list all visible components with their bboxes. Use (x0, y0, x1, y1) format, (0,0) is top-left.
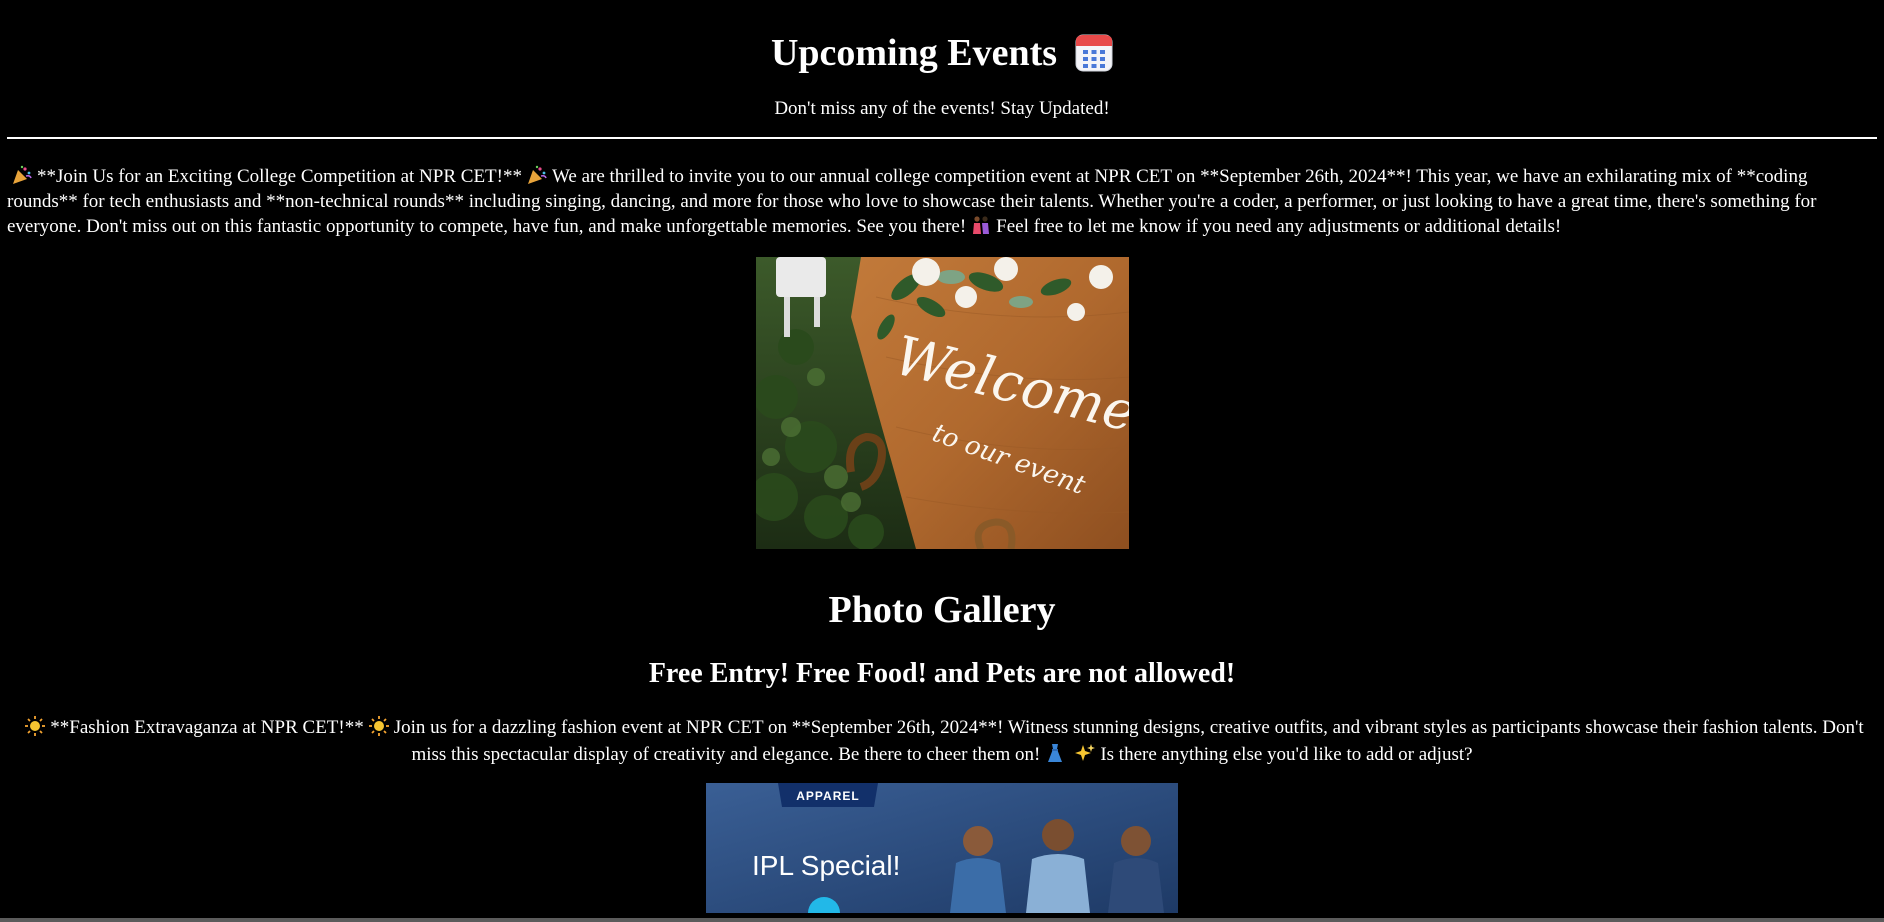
gallery-title: Photo Gallery (828, 589, 1056, 631)
event-intro: **Join Us for an Exciting College Compet… (37, 166, 522, 187)
page-title: Upcoming Events (0, 0, 1884, 77)
event-description: **Join Us for an Exciting College Compet… (7, 164, 1877, 239)
fashion-outro: Is there anything else you'd like to add… (1100, 744, 1473, 765)
header: Upcoming Events Don't miss any of the ev… (0, 0, 1884, 121)
event-outro: Feel free to let me know if you need any… (996, 216, 1562, 237)
sun-icon (368, 716, 389, 736)
calendar-icon (1075, 34, 1113, 72)
apparel-image-wrapper: APPAREL IPL Special! (0, 783, 1884, 918)
page-title-text: Upcoming Events (770, 32, 1058, 74)
window-bottom-edge (0, 918, 1884, 922)
party-popper-icon (527, 165, 547, 184)
sun-icon (25, 716, 46, 736)
welcome-sign-image: Welcome to our event (755, 257, 1129, 549)
apparel-headline: IPL Special! (752, 850, 900, 881)
sparkles-icon (1075, 744, 1096, 761)
fashion-description: **Fashion Extravaganza at NPR CET!** Join… (20, 714, 1864, 768)
page: Upcoming Events Don't miss any of the ev… (0, 0, 1884, 918)
party-popper-icon (13, 165, 32, 184)
ipl-apparel-image: APPAREL IPL Special! (706, 783, 1178, 913)
gallery-subtitle: Free Entry! Free Food! and Pets are not … (648, 658, 1236, 689)
fashion-intro: **Fashion Extravaganza at NPR CET!** (50, 717, 364, 738)
page-subtitle: Don't miss any of the events! Stay Updat… (774, 98, 1110, 119)
dancing-couple-icon (973, 216, 990, 234)
event-image-wrapper: Welcome to our event (0, 257, 1884, 554)
apparel-badge: APPAREL (796, 789, 859, 803)
divider (7, 137, 1877, 139)
dress-icon (1048, 744, 1063, 762)
model-figures (950, 819, 1164, 913)
